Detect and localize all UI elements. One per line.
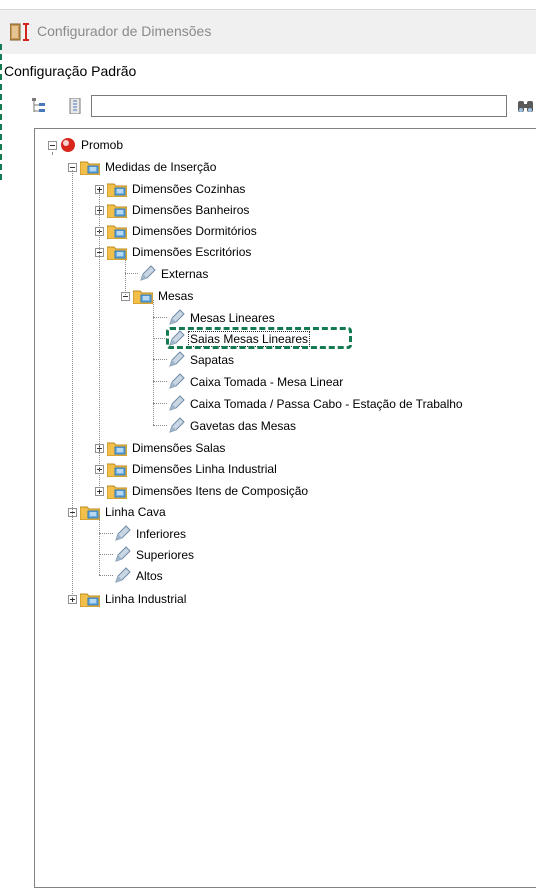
tree-item-linha-industrial[interactable]: Linha Industrial	[68, 589, 187, 609]
promob-icon	[61, 138, 75, 152]
tree-item-label: Gavetas das Mesas	[190, 419, 297, 433]
tree-item-label: Dimensões Linha Industrial	[132, 462, 277, 476]
tree-item-inferiores[interactable]: Inferiores	[113, 524, 187, 544]
pencil-icon	[115, 567, 131, 583]
folder-icon	[133, 290, 153, 304]
tree-item-sapatas[interactable]: Sapatas	[167, 350, 235, 370]
tree-item-mesas[interactable]: Mesas	[121, 286, 194, 306]
tree-item-label: Dimensões Escritórios	[132, 245, 252, 259]
pencil-icon	[140, 265, 156, 281]
tree-item-label: Linha Industrial	[105, 592, 187, 606]
folder-icon	[80, 161, 100, 175]
tree-item-dimensoes-salas[interactable]: Dimensões Salas	[95, 438, 226, 458]
pencil-icon	[169, 417, 185, 433]
pencil-icon	[169, 309, 185, 325]
tree-item-gavetas-das-mesas[interactable]: Gavetas das Mesas	[167, 416, 297, 436]
binoculars-icon[interactable]	[517, 98, 536, 114]
tree-connector	[153, 338, 167, 339]
tree-item-label: Dimensões Salas	[132, 441, 226, 455]
tree-item-label: Caixa Tomada / Passa Cabo - Estação de T…	[190, 397, 463, 411]
tree-item-dimensoes-banheiros[interactable]: Dimensões Banheiros	[95, 200, 250, 220]
tree-item-label: Altos	[136, 569, 163, 583]
tree-item-medidas-de-insercao[interactable]: Medidas de Inserção	[68, 157, 217, 177]
folder-icon	[107, 246, 127, 260]
tree-item-label: Superiores	[136, 548, 195, 562]
tree-item-dimensoes-dormitorios[interactable]: Dimensões Dormitórios	[95, 221, 258, 241]
tree-item-label: Mesas Lineares	[190, 311, 275, 325]
tree-item-label: Dimensões Cozinhas	[132, 182, 246, 196]
tree-item-label: Linha Cava	[105, 505, 166, 519]
folder-icon	[107, 485, 127, 499]
folder-icon	[107, 463, 127, 477]
tree-item-label: Promob	[81, 138, 124, 152]
tree-item-label: Saias Mesas Lineares	[187, 331, 311, 347]
top-strip	[0, 0, 536, 10]
tree-connector	[72, 170, 73, 598]
pencil-icon	[169, 395, 185, 411]
tree-item-label: Caixa Tomada - Mesa Linear	[190, 375, 344, 389]
pencil-icon	[115, 525, 131, 541]
tree-item-label: Medidas de Inserção	[105, 160, 217, 174]
tree-item-dimensoes-escritorios[interactable]: Dimensões Escritórios	[95, 242, 252, 262]
tree-connector	[153, 425, 167, 426]
app-icon	[10, 23, 29, 41]
tree-item-label: Dimensões Itens de Composição	[132, 484, 309, 498]
expand-tree-icon[interactable]	[32, 98, 46, 114]
tree-connector	[99, 575, 113, 576]
tree-item-altos[interactable]: Altos	[113, 566, 164, 586]
tree-connector	[153, 359, 167, 360]
tree-connector	[153, 300, 154, 425]
pencil-icon	[169, 351, 185, 367]
focus-indicator-left	[0, 44, 2, 180]
tree-item-label: Sapatas	[190, 353, 235, 367]
pencil-icon	[115, 546, 131, 562]
tree-connector	[153, 317, 167, 318]
tree-item-label: Mesas	[158, 289, 194, 303]
tree-connector	[153, 403, 167, 404]
tree-item-promob[interactable]: Promob	[48, 135, 124, 155]
search-input[interactable]	[91, 95, 507, 117]
tree-connector	[99, 554, 113, 555]
tree-item-saias-mesas-lineares[interactable]: Saias Mesas Lineares	[167, 329, 311, 349]
tree-connector	[153, 381, 167, 382]
tree-connector	[125, 273, 138, 274]
tree-item-superiores[interactable]: Superiores	[113, 545, 195, 565]
tree-item-label: Externas	[161, 267, 209, 281]
configuration-title: Configuração Padrão	[4, 63, 137, 79]
collapse-toggle-icon[interactable]	[48, 140, 57, 150]
title-bar: Configurador de Dimensões	[0, 10, 536, 54]
folder-icon	[107, 442, 127, 456]
folder-icon	[80, 506, 100, 520]
tree-item-label: Inferiores	[136, 527, 187, 541]
tree-item-dimensoes-cozinhas[interactable]: Dimensões Cozinhas	[95, 179, 246, 199]
folder-icon	[107, 183, 127, 197]
tree-connector	[99, 192, 100, 490]
pencil-icon	[169, 330, 185, 346]
tree-item-label: Dimensões Dormitórios	[132, 224, 257, 238]
tree-item-externas[interactable]: Externas	[138, 264, 209, 284]
tree-connector	[52, 152, 53, 154]
tree-item-caixa-tomada-passa-cabo[interactable]: Caixa Tomada / Passa Cabo - Estação de T…	[167, 394, 464, 414]
tree-item-label: Dimensões Banheiros	[132, 203, 250, 217]
folder-icon	[80, 593, 100, 607]
tree-item-dimensoes-itens-de-composicao[interactable]: Dimensões Itens de Composição	[95, 481, 309, 501]
tree-item-dimensoes-linha-industrial[interactable]: Dimensões Linha Industrial	[95, 459, 278, 479]
tree-item-linha-cava[interactable]: Linha Cava	[68, 502, 167, 522]
tree-item-caixa-tomada-mesa-linear[interactable]: Caixa Tomada - Mesa Linear	[167, 372, 344, 392]
folder-icon	[107, 225, 127, 239]
tree-connector	[99, 515, 100, 575]
collapse-tree-icon[interactable]	[68, 98, 82, 114]
pencil-icon	[169, 373, 185, 389]
tree-connector	[99, 533, 113, 534]
tree-connector	[125, 255, 126, 295]
window-title: Configurador de Dimensões	[37, 23, 212, 39]
tree-item-mesas-lineares[interactable]: Mesas Lineares	[167, 308, 276, 328]
folder-icon	[107, 204, 127, 218]
